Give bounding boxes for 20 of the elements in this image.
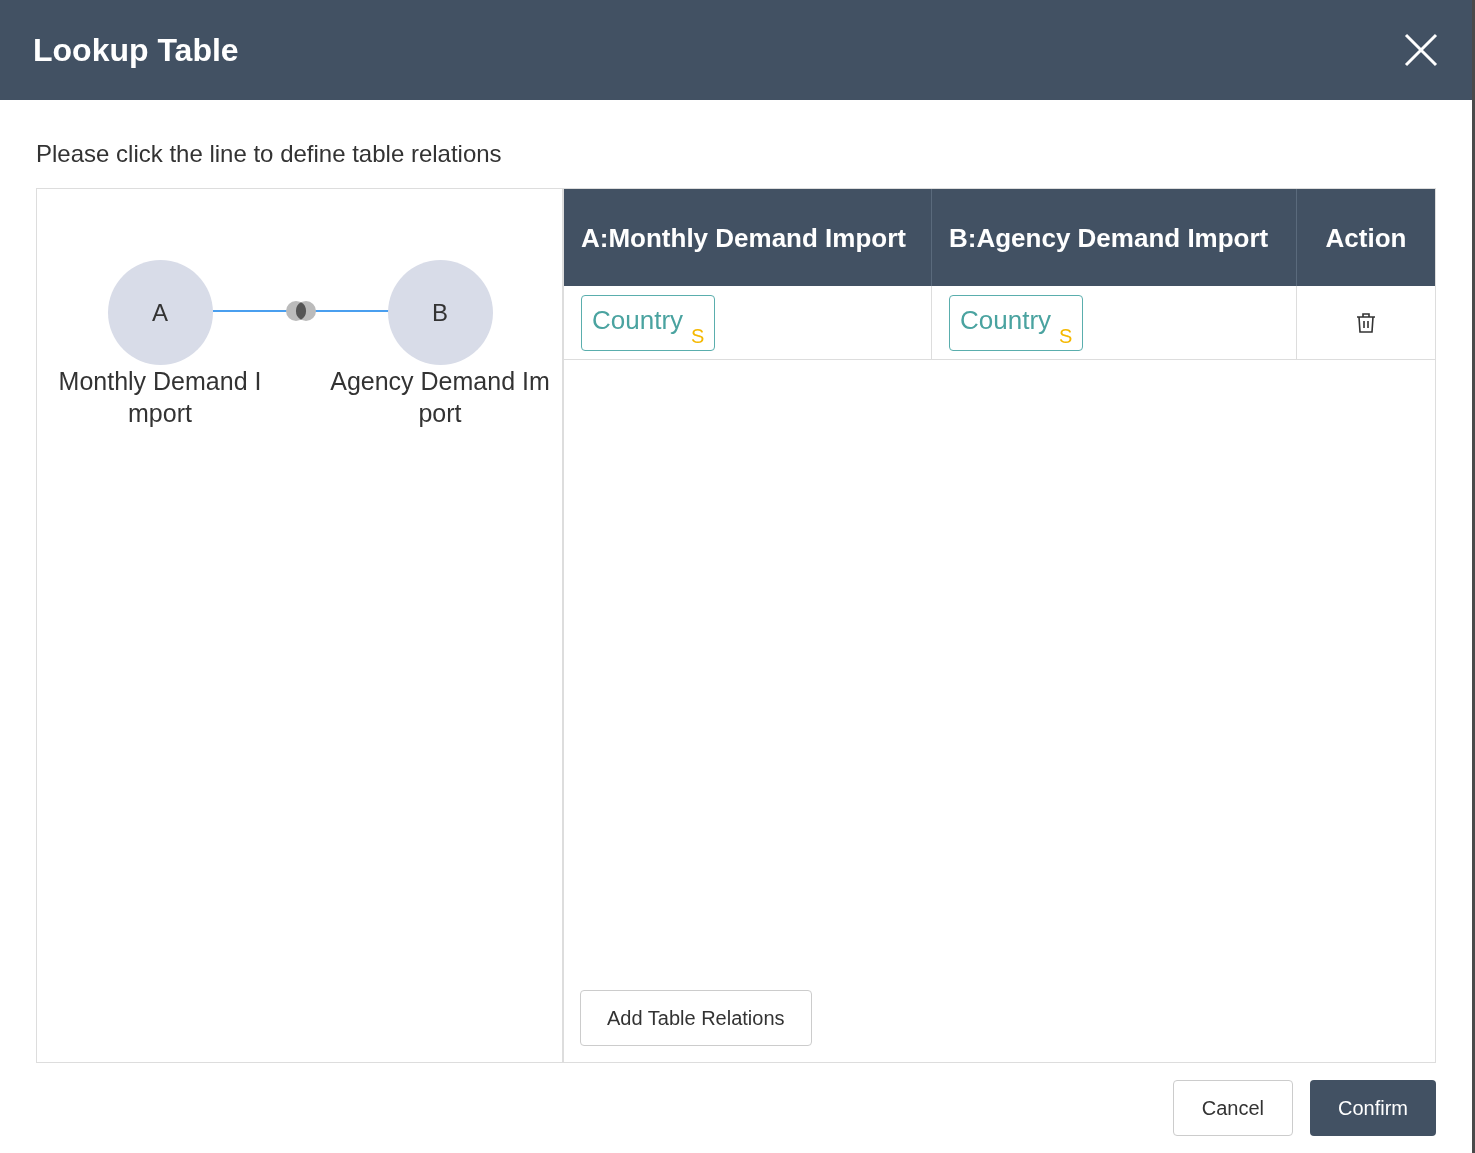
connector-line[interactable] [213,309,389,313]
node-label: Monthly Demand Import [57,366,263,429]
column-header: A:Monthly Demand Import [580,221,907,255]
dialog-title: Lookup Table [33,31,239,70]
instruction-text: Please click the line to define table relations [36,139,503,169]
field-type: S [691,325,705,346]
field-type: S [1059,325,1073,346]
table-node[interactable]: B [387,260,493,365]
node-label: Agency Demand Import [330,366,550,429]
field-name: Country [960,303,1052,337]
delete-icon[interactable] [1355,311,1377,334]
confirm-button[interactable]: Confirm [1310,1080,1436,1136]
field-name: Country [592,303,684,337]
column-header: Action [1296,189,1435,286]
join-icon[interactable] [286,300,316,322]
column-header: B:Agency Demand Import [931,189,1296,286]
close-icon[interactable] [1403,32,1439,68]
cancel-button[interactable]: Cancel [1172,1080,1293,1136]
table-node[interactable]: A [107,260,213,365]
add-relations-button[interactable]: Add Table Relations [580,990,812,1046]
